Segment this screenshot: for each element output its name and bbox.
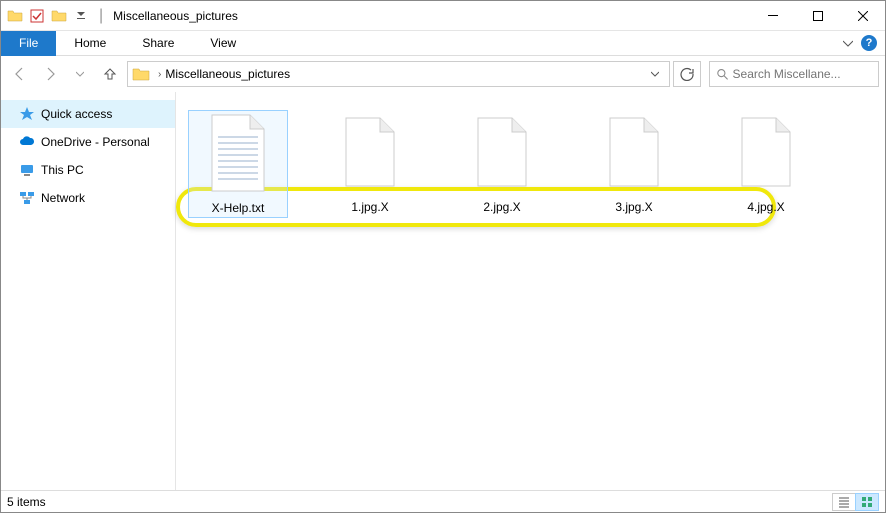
folder-icon <box>132 65 150 83</box>
address-row: › Miscellaneous_pictures <box>1 56 885 92</box>
qat: | Miscellaneous_pictures <box>1 7 238 25</box>
sidebar-item-quick-access[interactable]: Quick access <box>1 100 175 128</box>
details-view-button[interactable] <box>832 493 856 511</box>
window-controls <box>750 1 885 30</box>
address-dropdown-icon[interactable] <box>645 70 665 78</box>
file-list[interactable]: X-Help.txt 1.jpg.X 2.jpg.X 3.jpg.X <box>176 92 885 490</box>
sidebar-item-label: This PC <box>41 163 84 177</box>
file-item[interactable]: 1.jpg.X <box>320 110 420 218</box>
tab-share[interactable]: Share <box>124 31 192 56</box>
view-toggle <box>833 493 879 511</box>
file-item[interactable]: 2.jpg.X <box>452 110 552 218</box>
address-segment[interactable]: Miscellaneous_pictures <box>165 67 290 81</box>
blank-file-icon <box>338 112 402 192</box>
address-bar[interactable]: › Miscellaneous_pictures <box>127 61 670 87</box>
blank-file-icon <box>734 112 798 192</box>
file-tab[interactable]: File <box>1 31 56 56</box>
status-bar: 5 items <box>1 490 885 512</box>
blank-file-icon <box>602 112 666 192</box>
window-title: Miscellaneous_pictures <box>113 9 238 23</box>
pc-icon <box>19 162 35 178</box>
sidebar-item-label: OneDrive - Personal <box>41 135 150 149</box>
file-name: X-Help.txt <box>212 201 265 215</box>
sidebar-item-label: Quick access <box>41 107 112 121</box>
file-item[interactable]: 3.jpg.X <box>584 110 684 218</box>
file-name: 4.jpg.X <box>747 200 784 214</box>
network-icon <box>19 190 35 206</box>
folder-icon <box>7 8 23 24</box>
file-name: 2.jpg.X <box>483 200 520 214</box>
text-file-icon <box>206 113 270 193</box>
cloud-icon <box>19 134 35 150</box>
sidebar-item-network[interactable]: Network <box>1 184 175 212</box>
chevron-right-icon[interactable]: › <box>158 69 161 80</box>
icons-view-button[interactable] <box>855 493 879 511</box>
new-folder-icon[interactable] <box>51 8 67 24</box>
sidebar-item-onedrive[interactable]: OneDrive - Personal <box>1 128 175 156</box>
help-icon[interactable]: ? <box>861 35 877 51</box>
qat-dropdown-icon[interactable] <box>73 8 89 24</box>
refresh-button[interactable] <box>673 61 701 87</box>
close-button[interactable] <box>840 1 885 30</box>
tab-view[interactable]: View <box>192 31 254 56</box>
navigation-pane: Quick access OneDrive - Personal This PC… <box>1 92 176 490</box>
ribbon-expand-icon[interactable] <box>843 38 853 48</box>
tab-home[interactable]: Home <box>56 31 124 56</box>
file-name: 3.jpg.X <box>615 200 652 214</box>
file-item[interactable]: X-Help.txt <box>188 110 288 218</box>
search-box[interactable] <box>709 61 879 87</box>
title-separator: | <box>99 7 103 25</box>
forward-button[interactable] <box>37 61 63 87</box>
star-icon <box>19 106 35 122</box>
titlebar: | Miscellaneous_pictures <box>1 1 885 31</box>
item-count: 5 items <box>7 495 46 509</box>
search-input[interactable] <box>733 67 872 81</box>
blank-file-icon <box>470 112 534 192</box>
maximize-button[interactable] <box>795 1 840 30</box>
back-button[interactable] <box>7 61 33 87</box>
up-button[interactable] <box>97 61 123 87</box>
main: Quick access OneDrive - Personal This PC… <box>1 92 885 490</box>
minimize-button[interactable] <box>750 1 795 30</box>
sidebar-item-label: Network <box>41 191 85 205</box>
sidebar-item-this-pc[interactable]: This PC <box>1 156 175 184</box>
file-item[interactable]: 4.jpg.X <box>716 110 816 218</box>
ribbon: File Home Share View ? <box>1 31 885 56</box>
properties-check-icon[interactable] <box>29 8 45 24</box>
file-name: 1.jpg.X <box>351 200 388 214</box>
recent-dropdown[interactable] <box>67 61 93 87</box>
